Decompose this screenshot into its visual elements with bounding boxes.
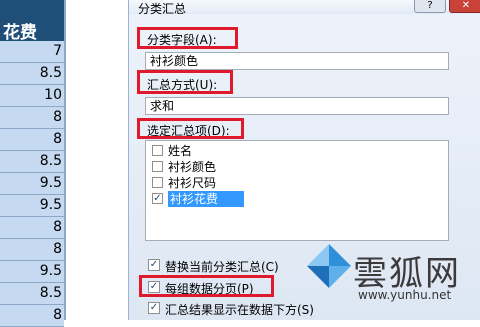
list-item[interactable]: 衬衫尺码 <box>150 175 446 191</box>
group-field-select[interactable]: 衬衫颜色 <box>145 52 449 70</box>
spreadsheet-column: 花费 7 8.5 10 8 8 8.5 9.5 9.5 8 8 9.5 8.5 … <box>0 0 66 327</box>
table-cell[interactable]: 7 <box>0 41 64 63</box>
column-divider <box>64 0 66 320</box>
highlight-box <box>137 118 244 139</box>
close-icon: ✕ <box>461 0 471 11</box>
help-button[interactable]: ? <box>414 0 446 13</box>
checkmark-icon: ✓ <box>149 259 159 270</box>
list-item[interactable]: 姓名 <box>150 143 446 159</box>
item-label: 姓名 <box>168 144 193 158</box>
subtotal-dialog: 分类汇总 ? ✕ 分类字段(A): 衬衫颜色 汇总方式(U): 求和 选定汇总项… <box>128 0 480 320</box>
item-label: 衬衫颜色 <box>168 160 217 174</box>
item-label: 衬衫尺码 <box>168 176 217 190</box>
replace-current-label: 替换当前分类汇总(C) <box>165 260 279 274</box>
summary-below-checkbox[interactable]: ✓ <box>148 302 160 314</box>
item-checkbox[interactable] <box>152 145 163 156</box>
items-listbox[interactable]: 姓名 衬衫颜色 衬衫尺码 ✓ 衬衫花费 <box>145 140 449 241</box>
table-cell[interactable]: 8 <box>0 129 64 151</box>
checkmark-icon: ✓ <box>153 193 162 204</box>
item-label: 衬衫花费 <box>168 191 244 207</box>
column-header[interactable]: 花费 <box>0 0 66 43</box>
table-cell[interactable]: 8 <box>0 107 64 129</box>
highlight-box <box>137 70 233 94</box>
item-checkbox[interactable]: ✓ <box>152 193 163 204</box>
highlight-box <box>137 27 238 49</box>
checkmark-icon: ✓ <box>149 302 159 313</box>
item-checkbox[interactable] <box>152 177 163 188</box>
table-cell[interactable]: 9.5 <box>0 195 64 217</box>
function-select[interactable]: 求和 <box>145 97 449 115</box>
table-cell[interactable]: 8.5 <box>0 283 64 305</box>
table-cell[interactable]: 8 <box>0 239 64 261</box>
table-cell[interactable]: 10 <box>0 85 64 107</box>
table-cell[interactable]: 8.5 <box>0 151 64 173</box>
list-item[interactable]: 衬衫颜色 <box>150 159 446 175</box>
dialog-title: 分类汇总 <box>138 2 187 16</box>
item-checkbox[interactable] <box>152 161 163 172</box>
table-cell[interactable]: 8 <box>0 217 64 239</box>
summary-below-label: 汇总结果显示在数据下方(S) <box>165 303 314 317</box>
replace-current-checkbox[interactable]: ✓ <box>148 259 160 271</box>
close-button[interactable]: ✕ <box>449 0 480 13</box>
table-cell[interactable]: 8.5 <box>0 63 64 85</box>
highlight-box <box>139 275 274 297</box>
list-item-selected[interactable]: ✓ 衬衫花费 <box>150 191 446 207</box>
table-cell[interactable]: 8 <box>0 305 64 327</box>
table-cell[interactable]: 9.5 <box>0 261 64 283</box>
dialog-titlebar[interactable]: 分类汇总 ? ✕ <box>129 0 480 16</box>
table-cell[interactable]: 9.5 <box>0 173 64 195</box>
